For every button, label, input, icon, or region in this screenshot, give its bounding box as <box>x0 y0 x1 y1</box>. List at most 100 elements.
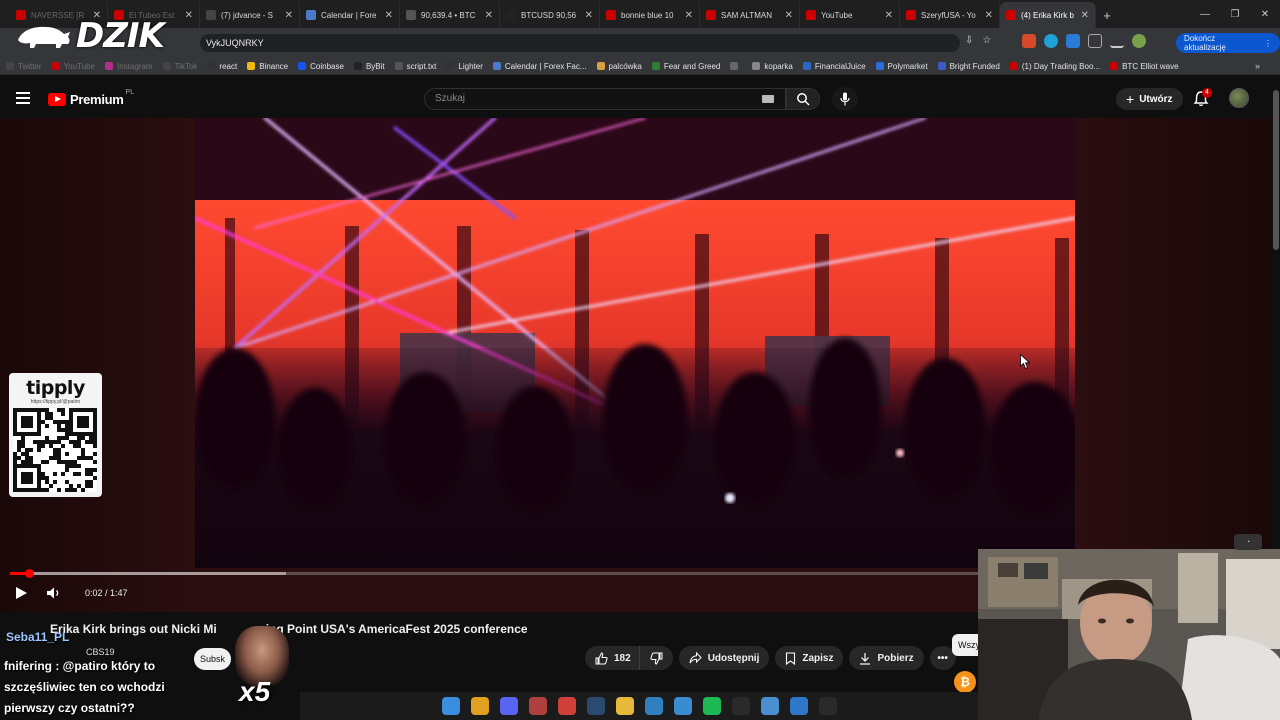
scrollbar-thumb[interactable] <box>1273 90 1279 250</box>
browser-tab[interactable]: Calendar | Fore ✕ <box>300 2 400 28</box>
save-button[interactable]: Zapisz <box>775 646 844 670</box>
bookmark-item[interactable] <box>730 62 742 70</box>
terminal-icon[interactable] <box>818 697 837 715</box>
discord-icon[interactable] <box>499 697 518 715</box>
tab-close-icon[interactable]: ✕ <box>685 10 693 21</box>
browser-tab[interactable]: SAM ALTMAN ✕ <box>700 2 800 28</box>
photos-icon[interactable] <box>789 697 808 715</box>
dislike-button[interactable] <box>638 646 673 670</box>
bookmark-item[interactable]: Binance <box>247 62 288 71</box>
browser-tab[interactable]: SzeryfUSA - Yo ✕ <box>900 2 1000 28</box>
network-icon[interactable] <box>673 697 692 715</box>
ccleaner-icon[interactable] <box>644 697 663 715</box>
browser-tab[interactable]: BTCUSD 90,56 ✕ <box>500 2 600 28</box>
tipply-url: https://tippy.pl/@patiro <box>30 399 81 405</box>
close-window-icon[interactable]: ✕ <box>1250 9 1280 20</box>
tab-close-icon[interactable]: ✕ <box>385 10 393 21</box>
browser-tab[interactable]: (7) jdvance - S ✕ <box>200 2 300 28</box>
bookmark-item[interactable]: YouTube <box>51 62 95 71</box>
bookmark-label: BTC Elliot wave <box>1122 61 1179 71</box>
bookmark-item[interactable]: Calendar | Forex Fac... <box>492 62 587 71</box>
update-browser-button[interactable]: Dokończ aktualizację ⋮ <box>1176 33 1280 53</box>
account-avatar[interactable] <box>1229 88 1249 108</box>
browser-tab[interactable]: (4) Erika Kirk b ✕ <box>1000 2 1096 28</box>
webcam-image <box>978 549 1280 720</box>
tab-search-icon[interactable] <box>1110 34 1124 48</box>
bookmark-item[interactable]: TikTok <box>162 62 197 71</box>
bookmark-item[interactable]: Fear and Greed <box>651 62 720 71</box>
share-button[interactable]: Udostępnij <box>678 646 770 670</box>
download-button[interactable]: Pobierz <box>849 646 924 670</box>
spotlight-icon[interactable] <box>557 697 576 715</box>
bookmark-item[interactable]: (1) Day Trading Boo... <box>1009 62 1100 71</box>
bookmark-item[interactable]: react <box>207 62 237 71</box>
bookmark-label: Bright Funded <box>949 61 1000 71</box>
bookmark-item[interactable]: ByBit <box>353 62 385 71</box>
extension-icon[interactable] <box>1066 34 1080 48</box>
play-icon[interactable] <box>14 586 28 600</box>
spotify-icon[interactable] <box>702 697 721 715</box>
bookmark-icon <box>786 651 796 665</box>
bookmark-star-icon[interactable]: ☆ <box>982 35 991 46</box>
video-title-end: ing Point USA's AmericaFest 2025 confere… <box>265 622 528 636</box>
tab-close-icon[interactable]: ✕ <box>985 10 993 21</box>
video-player[interactable] <box>195 118 1075 568</box>
voice-search-button[interactable] <box>832 87 858 111</box>
restore-icon[interactable]: ❐ <box>1220 9 1250 20</box>
chrome-icon[interactable] <box>470 697 489 715</box>
update-label: Dokończ aktualizację <box>1184 34 1226 52</box>
bookmark-item[interactable]: Lighter <box>446 62 483 71</box>
bookmark-item[interactable]: koparka <box>752 62 793 71</box>
video-progress-bar[interactable] <box>10 569 978 578</box>
file-explorer-icon[interactable] <box>615 697 634 715</box>
tab-close-icon[interactable]: ✕ <box>585 10 593 21</box>
kebab-menu-icon: ⋮ <box>1264 38 1272 48</box>
extensions-bar <box>1022 34 1146 48</box>
new-tab-button[interactable]: + <box>1096 2 1118 28</box>
steam-icon[interactable] <box>586 697 605 715</box>
bookmark-item[interactable]: FinancialJuice <box>802 62 866 71</box>
tab-close-icon[interactable]: ✕ <box>885 10 893 21</box>
bookmark-item[interactable]: BTC Elliot wave <box>1110 61 1179 71</box>
notepad-icon[interactable] <box>760 697 779 715</box>
bookmark-item[interactable]: Instagram <box>105 62 153 71</box>
bookmark-item[interactable]: Bright Funded <box>937 61 1000 71</box>
browser-tab[interactable]: bonnie blue 10 ✕ <box>600 2 700 28</box>
bookmark-label: react <box>219 61 238 71</box>
streamlabs-icon[interactable] <box>731 697 750 715</box>
bookmark-item[interactable]: script.txt <box>394 62 436 71</box>
bookmark-item[interactable]: Coinbase <box>298 62 344 71</box>
volume-icon[interactable] <box>46 586 62 600</box>
bookmarks-overflow-icon[interactable]: » <box>1255 61 1260 71</box>
tab-close-icon[interactable]: ✕ <box>285 10 293 21</box>
tab-favicon-icon <box>606 10 616 20</box>
profile-icon[interactable] <box>1132 34 1146 48</box>
browser-tab[interactable]: 90,639.4 • BTC ✕ <box>400 2 500 28</box>
url-field[interactable]: VykJUQNRKY <box>200 34 960 52</box>
tab-close-icon[interactable]: ✕ <box>785 10 793 21</box>
windows-start-icon[interactable] <box>441 697 460 715</box>
minimize-icon[interactable]: — <box>1190 9 1220 20</box>
search-input[interactable]: Szukaj <box>424 88 786 110</box>
menu-icon[interactable] <box>16 92 30 104</box>
tab-label: SAM ALTMAN <box>721 10 772 20</box>
search-button[interactable] <box>786 88 820 110</box>
extension-icon[interactable] <box>1044 34 1058 48</box>
tab-close-icon[interactable]: ✕ <box>485 10 493 21</box>
bookmark-item[interactable]: Twitter <box>6 62 42 71</box>
bookmark-item[interactable]: Polymarket <box>875 62 928 71</box>
extension-icon[interactable] <box>1022 34 1036 48</box>
tab-close-icon[interactable]: ✕ <box>1081 10 1089 21</box>
alert-count: x5 <box>239 676 271 707</box>
create-button[interactable]: + Utwórz <box>1116 88 1183 110</box>
webcam-feed <box>978 549 1280 720</box>
bookmark-item[interactable]: palcówka <box>596 62 642 71</box>
stream-logo: DZIK <box>16 16 196 56</box>
youtube-logo[interactable]: Premium PL <box>48 89 134 107</box>
keyboard-icon[interactable] <box>762 95 774 103</box>
app-icon[interactable] <box>528 697 547 715</box>
install-icon[interactable]: ⇩ <box>965 35 973 46</box>
extensions-puzzle-icon[interactable] <box>1088 34 1102 48</box>
browser-tab[interactable]: YouTube ✕ <box>800 2 900 28</box>
like-button[interactable]: 182 <box>585 646 639 670</box>
